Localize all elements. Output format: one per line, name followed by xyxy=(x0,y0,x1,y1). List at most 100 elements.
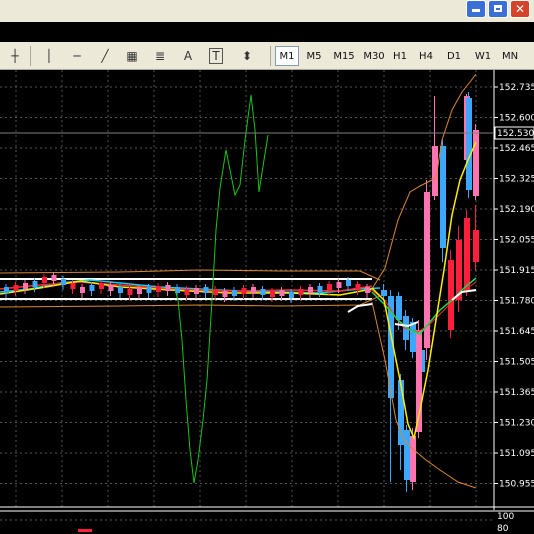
candle-body xyxy=(381,290,387,296)
candle-body xyxy=(165,285,171,291)
candle-body xyxy=(146,287,152,293)
price-axis-label: 152.735 xyxy=(499,83,534,93)
candle-body xyxy=(156,286,161,292)
chart-toolbar: ┼ │ ─ ╱ ▦ ≣ A T ⬍ M1 M5 M15 M30 H1 H4 D1… xyxy=(0,42,534,70)
candle-body xyxy=(473,130,479,196)
candle-body xyxy=(327,284,332,290)
price-axis-label: 152.600 xyxy=(499,114,534,124)
text-icon: A xyxy=(183,49,193,63)
text-label-icon: T xyxy=(209,48,223,64)
timeframe-m15[interactable]: M15 xyxy=(329,46,359,66)
candle-body xyxy=(279,290,285,296)
timeframe-d1[interactable]: D1 xyxy=(443,46,465,66)
timeframe-m5[interactable]: M5 xyxy=(301,46,327,66)
close-icon: ✕ xyxy=(515,2,526,16)
subwindow-label-80: 80 xyxy=(497,524,509,534)
timeframe-mn[interactable]: MN xyxy=(498,46,522,66)
current-price-label: 152.530 xyxy=(497,129,534,139)
timeframe-h1[interactable]: H1 xyxy=(389,46,411,66)
timeframe-m30[interactable]: M30 xyxy=(359,46,389,66)
candle-body xyxy=(4,287,9,293)
candle-body xyxy=(108,285,114,291)
candle-body xyxy=(404,430,410,480)
price-chart[interactable]: 152.735 152.600 152.465 152.325 152.190 152.0… xyxy=(0,70,534,534)
candle-body xyxy=(410,322,416,352)
price-axis-label: 151.095 xyxy=(499,449,534,459)
text-tool[interactable]: A xyxy=(177,46,199,66)
text-label-tool[interactable]: T xyxy=(205,46,227,66)
vertical-line-tool[interactable]: │ xyxy=(38,46,60,66)
price-axis-label: 151.230 xyxy=(499,419,534,429)
candle-body xyxy=(80,287,85,293)
candle-body xyxy=(70,283,76,289)
timeframe-w1[interactable]: W1 xyxy=(471,46,495,66)
candle-body xyxy=(260,289,266,295)
price-axis-label: 152.055 xyxy=(499,236,534,246)
trendline-icon: ╱ xyxy=(101,49,109,63)
candle-body xyxy=(317,286,323,292)
toolbar-separator xyxy=(30,46,31,66)
equidistant-channel-icon: ▦ xyxy=(126,49,138,63)
arrows-icon: ⬍ xyxy=(241,49,253,63)
candle-body xyxy=(448,260,454,330)
candle-body xyxy=(251,287,256,293)
candle-body xyxy=(137,288,142,294)
horizontal-line-icon: ─ xyxy=(73,49,81,63)
price-axis-label: 151.915 xyxy=(499,266,534,276)
arrows-tool[interactable]: ⬍ xyxy=(236,46,258,66)
toolbar-separator xyxy=(270,46,271,66)
candle-body xyxy=(194,288,199,294)
restore-button[interactable] xyxy=(488,0,508,18)
candle-body xyxy=(308,287,313,293)
candle-body xyxy=(99,283,104,289)
candle-body xyxy=(270,291,275,297)
price-axis-label: 152.325 xyxy=(499,175,534,185)
price-axis-label: 152.190 xyxy=(499,205,534,215)
candle-body xyxy=(473,230,479,262)
candle-body xyxy=(23,283,28,289)
candle-body xyxy=(466,98,472,190)
close-button[interactable]: ✕ xyxy=(510,0,530,18)
trendline-tool[interactable]: ╱ xyxy=(94,46,116,66)
candle-body xyxy=(398,380,404,445)
timeframe-m1[interactable]: M1 xyxy=(275,46,299,66)
candle-body xyxy=(440,146,446,248)
candle-body xyxy=(61,279,66,285)
candle-body xyxy=(118,287,123,293)
candle-body xyxy=(346,280,351,286)
candle-body xyxy=(203,287,209,293)
subwindow-label-100: 100 xyxy=(497,512,514,522)
candle-body xyxy=(213,289,218,295)
fibonacci-icon: ≣ xyxy=(154,49,166,63)
price-axis-label: 150.955 xyxy=(499,480,534,490)
candle-body xyxy=(464,218,470,290)
price-axis-label: 151.365 xyxy=(499,388,534,398)
candle-body xyxy=(298,289,304,295)
candle-body xyxy=(410,436,416,482)
candle-body xyxy=(184,289,190,295)
candle-body xyxy=(42,277,47,283)
crosshair-icon: ┼ xyxy=(11,49,19,63)
candle-body xyxy=(289,292,294,298)
price-axis-label: 151.645 xyxy=(499,327,534,337)
candle-body xyxy=(241,288,247,294)
vertical-line-icon: │ xyxy=(45,49,53,63)
equidistant-channel-tool[interactable]: ▦ xyxy=(121,46,143,66)
minimize-icon xyxy=(472,9,480,12)
minimize-button[interactable] xyxy=(466,0,486,18)
price-axis-label: 151.505 xyxy=(499,358,534,368)
candle-body xyxy=(127,289,133,295)
horizontal-line-tool[interactable]: ─ xyxy=(66,46,88,66)
subwindow-indicator-mark xyxy=(78,529,92,532)
candle-body xyxy=(89,285,95,291)
timeframe-h4[interactable]: H4 xyxy=(414,46,438,66)
candle-body xyxy=(222,291,228,297)
candle-body xyxy=(336,282,342,288)
price-axis-label: 151.780 xyxy=(499,297,534,307)
fibonacci-tool[interactable]: ≣ xyxy=(149,46,171,66)
candle-body xyxy=(13,285,19,291)
candle-body xyxy=(355,284,361,290)
candle-body xyxy=(396,296,402,320)
crosshair-tool[interactable]: ┼ xyxy=(4,46,26,66)
candle-body xyxy=(365,287,370,293)
